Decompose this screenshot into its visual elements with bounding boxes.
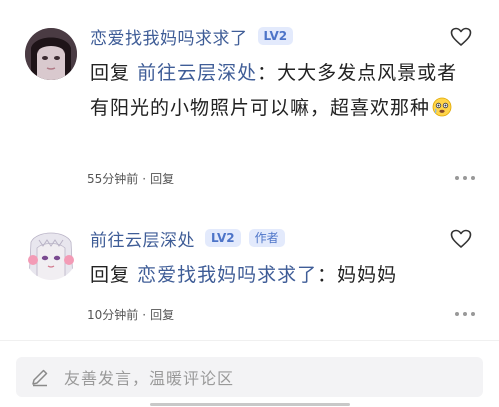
comment-item: 前往云层深处 LV2 作者 回复 恋爱找我妈吗求求了：妈妈妈 10分钟前 · 回… (0, 220, 499, 340)
timestamp: 55分钟前 (87, 172, 139, 186)
comment-text[interactable]: 回复 恋爱找我妈吗求求了：妈妈妈 (90, 258, 470, 293)
comment-meta: 55分钟前 · 回复 (87, 170, 174, 187)
meta-dot: · (142, 307, 147, 322)
comment-item: 恋爱找我妈吗求求了 LV2 回复 前往云层深处：大大多发点风景或者有阳光的小物照… (0, 18, 499, 198)
reply-separator: ： (317, 264, 338, 286)
comment-header: 前往云层深处 LV2 作者 (90, 225, 285, 251)
level-badge: LV2 (205, 229, 241, 247)
home-indicator[interactable] (150, 403, 350, 406)
more-dots-icon (455, 312, 459, 316)
reply-separator: ： (257, 62, 278, 84)
comment-body: 妈妈妈 (337, 264, 398, 286)
comment-input[interactable]: 友善发言，温暖评论区 (16, 357, 483, 397)
reply-button[interactable]: 回复 (150, 170, 174, 187)
avatar[interactable] (25, 28, 77, 80)
heart-outline-icon (450, 229, 472, 248)
more-dots-icon (455, 176, 459, 180)
username[interactable]: 恋爱找我妈吗求求了 (90, 24, 248, 49)
level-badge: LV2 (257, 27, 294, 45)
reply-prefix: 回复 (90, 264, 131, 286)
input-placeholder: 友善发言，温暖评论区 (64, 369, 235, 388)
more-dots-icon-dot (471, 312, 475, 316)
reply-mention[interactable]: 前往云层深处 (137, 62, 257, 84)
reply-button[interactable]: 回复 (150, 306, 174, 323)
more-dots-icon-dot (463, 312, 467, 316)
comment-screen: 恋爱找我妈吗求求了 LV2 回复 前往云层深处：大大多发点风景或者有阳光的小物照… (0, 0, 499, 407)
fearful-face-emoji-icon (432, 94, 452, 117)
more-button[interactable] (455, 175, 475, 181)
username[interactable]: 前往云层深处 (90, 226, 195, 251)
heart-outline-icon (450, 27, 472, 46)
comment-meta: 10分钟前 · 回复 (87, 306, 174, 323)
timestamp: 10分钟前 (87, 308, 139, 322)
avatar[interactable] (25, 228, 77, 280)
pen-icon (32, 369, 48, 387)
meta-dot: · (142, 171, 147, 186)
reply-mention[interactable]: 恋爱找我妈吗求求了 (137, 264, 317, 286)
divider (0, 340, 499, 341)
comment-text[interactable]: 回复 前往云层深处：大大多发点风景或者有阳光的小物照片可以嘛，超喜欢那种 (90, 56, 470, 126)
more-button[interactable] (455, 311, 475, 317)
more-dots-icon-dot (471, 176, 475, 180)
like-button[interactable] (450, 229, 472, 249)
like-button[interactable] (450, 27, 472, 47)
reply-prefix: 回复 (90, 62, 131, 84)
comment-header: 恋爱找我妈吗求求了 LV2 (90, 23, 294, 49)
author-badge: 作者 (248, 229, 285, 247)
more-dots-icon-dot (463, 176, 467, 180)
